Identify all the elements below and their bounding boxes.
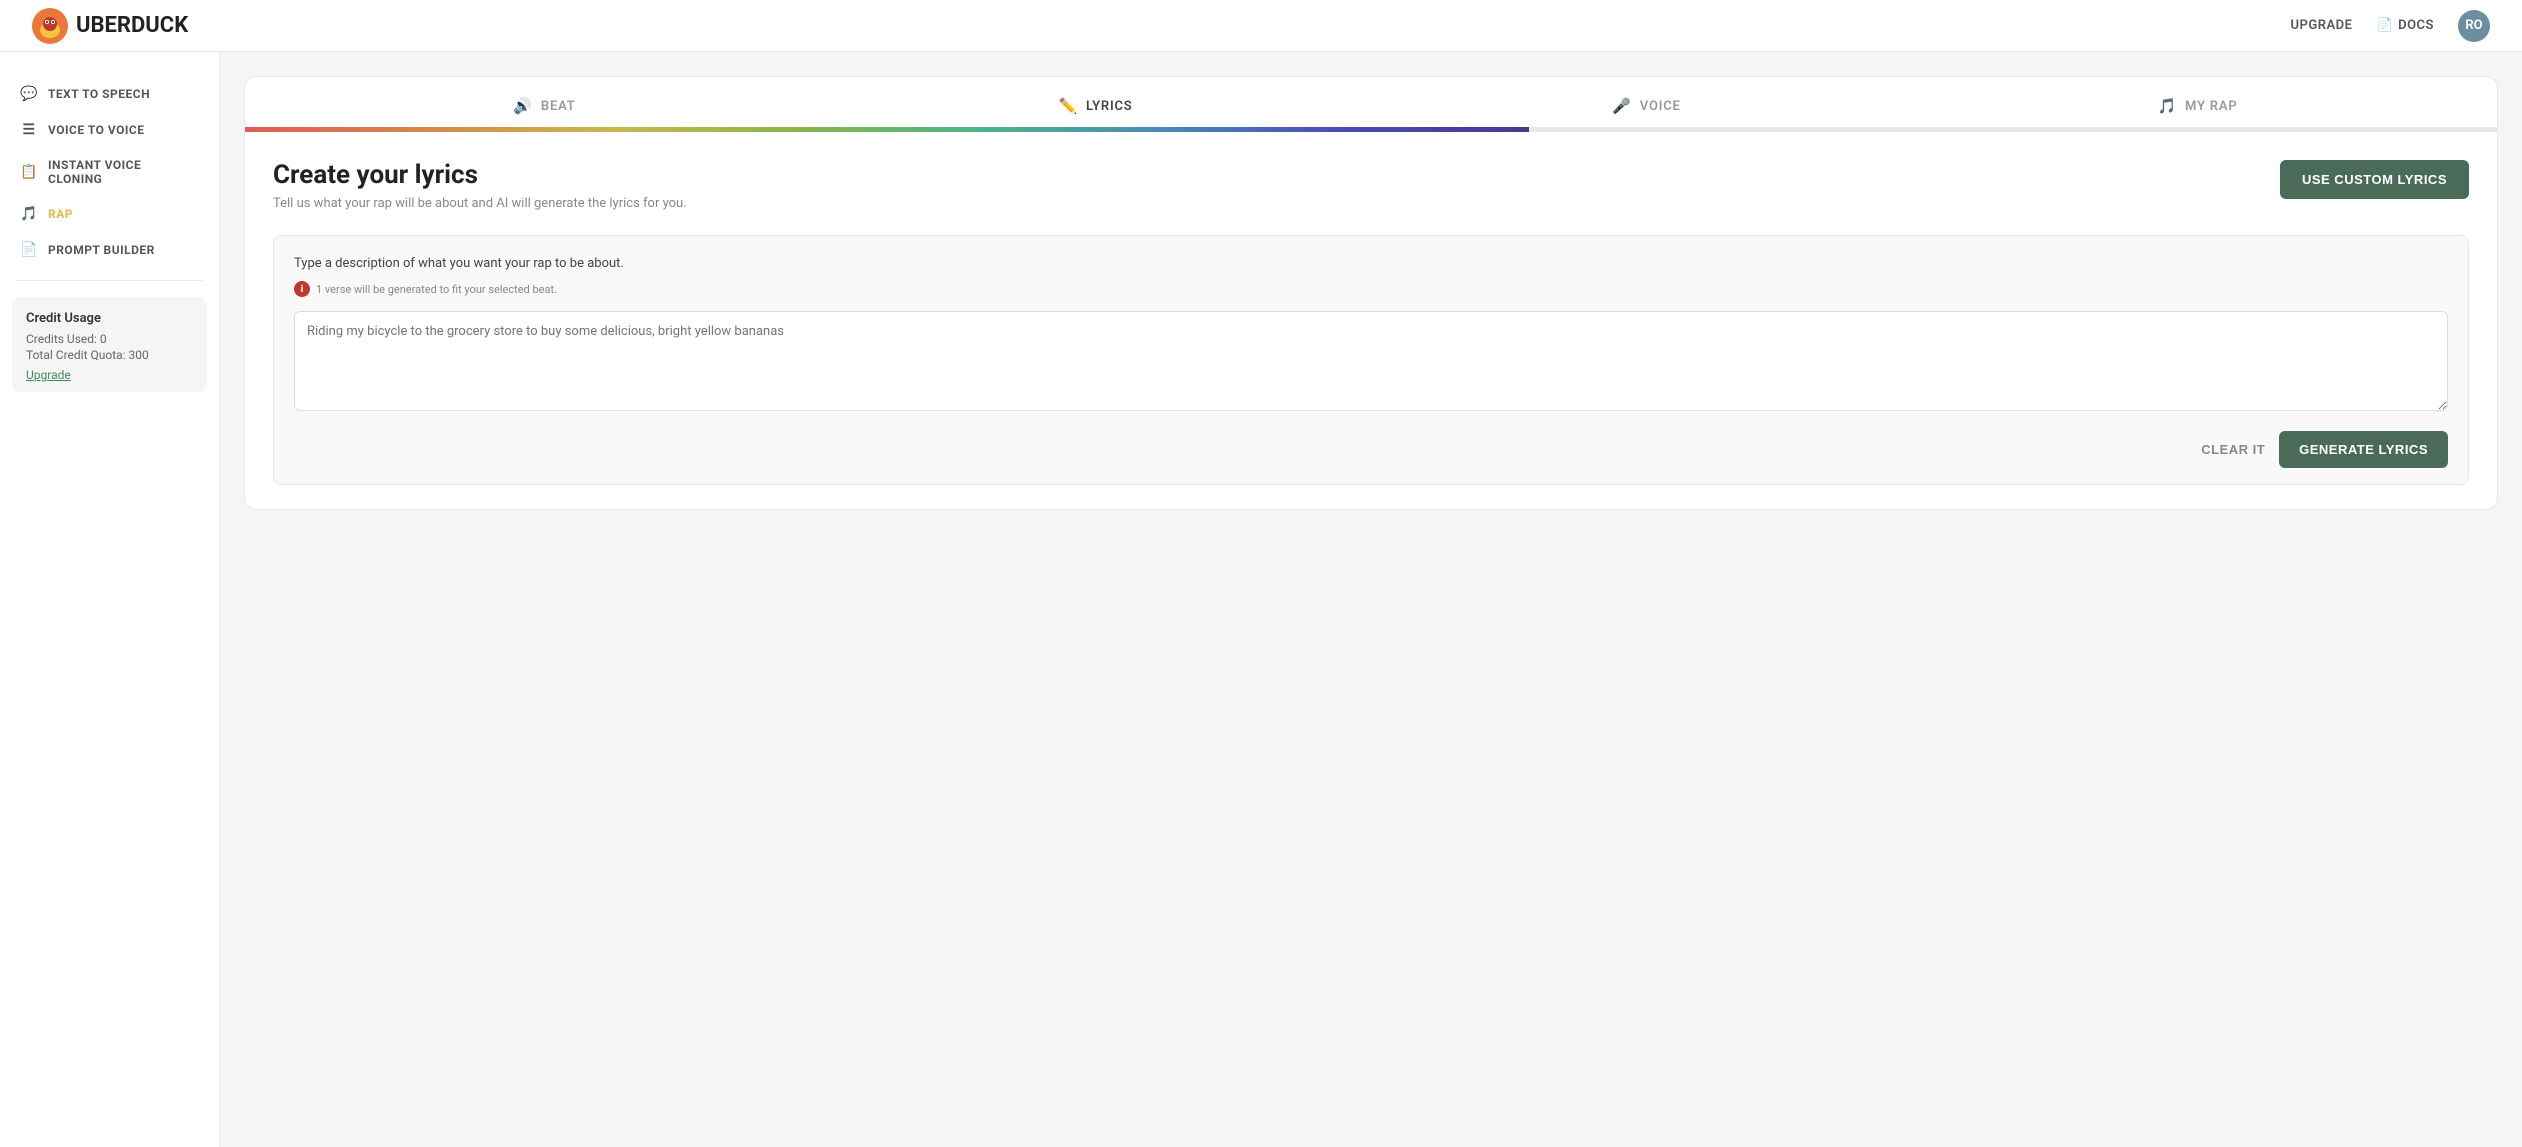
content-card: 🔊 BEAT ✏️ LYRICS 🎤 VOICE 🎵 MY RAP xyxy=(244,76,2498,510)
tabs-header: 🔊 BEAT ✏️ LYRICS 🎤 VOICE 🎵 MY RAP xyxy=(245,77,2497,127)
sidebar-label-voice-to-voice: VOICE TO VOICE xyxy=(48,123,145,137)
tab-lyrics[interactable]: ✏️ LYRICS xyxy=(820,77,1371,127)
main-layout: 💬 TEXT TO SPEECH ☰ VOICE TO VOICE 📋 INST… xyxy=(0,52,2522,1147)
credit-usage-box: Credit Usage Credits Used: 0 Total Credi… xyxy=(12,297,207,392)
sidebar-divider xyxy=(16,280,203,281)
sidebar-label-instant-voice-cloning: INSTANT VOICE CLONING xyxy=(48,158,199,186)
tab-beat[interactable]: 🔊 BEAT xyxy=(269,77,820,127)
tab-voice[interactable]: 🎤 VOICE xyxy=(1371,77,1922,127)
lyrics-subtitle: Tell us what your rap will be about and … xyxy=(273,196,687,211)
docs-icon: 📄 xyxy=(2376,18,2393,33)
main-content: 🔊 BEAT ✏️ LYRICS 🎤 VOICE 🎵 MY RAP xyxy=(220,52,2522,1147)
sidebar-item-text-to-speech[interactable]: 💬 TEXT TO SPEECH xyxy=(0,76,219,112)
sidebar-item-instant-voice-cloning[interactable]: 📋 INSTANT VOICE CLONING xyxy=(0,148,219,196)
credit-usage-title: Credit Usage xyxy=(26,311,193,326)
app-header: UBERDUCK UPGRADE 📄 DOCS RO xyxy=(0,0,2522,52)
menu-icon: ☰ xyxy=(20,122,38,138)
music-icon: 🎵 xyxy=(2158,97,2177,115)
total-quota: Total Credit Quota: 300 xyxy=(26,348,193,362)
header-actions: UPGRADE 📄 DOCS RO xyxy=(2290,10,2490,42)
document-icon: 📄 xyxy=(20,242,38,258)
tab-beat-label: BEAT xyxy=(541,99,576,114)
tab-voice-label: VOICE xyxy=(1640,99,1681,114)
sidebar-label-rap: RAP xyxy=(48,207,73,221)
tab-my-rap[interactable]: 🎵 MY RAP xyxy=(1922,77,2473,127)
info-icon: i xyxy=(294,281,310,297)
sidebar-label-prompt-builder: PROMPT BUILDER xyxy=(48,243,155,257)
sidebar-item-prompt-builder[interactable]: 📄 PROMPT BUILDER xyxy=(0,232,219,268)
lyrics-form-box: Type a description of what you want your… xyxy=(273,235,2469,485)
chat-icon: 💬 xyxy=(20,86,38,102)
upgrade-link[interactable]: UPGRADE xyxy=(2290,18,2352,33)
pencil-icon: ✏️ xyxy=(1058,97,1077,115)
lyrics-textarea[interactable] xyxy=(294,311,2448,411)
generate-lyrics-button[interactable]: GENERATE LYRICS xyxy=(2279,431,2448,468)
form-hint-text: 1 verse will be generated to fit your se… xyxy=(316,283,557,296)
sidebar-item-voice-to-voice[interactable]: ☰ VOICE TO VOICE xyxy=(0,112,219,148)
tab-lyrics-label: LYRICS xyxy=(1086,99,1133,114)
form-actions: CLEAR IT GENERATE LYRICS xyxy=(294,431,2448,468)
docs-link[interactable]: 📄 DOCS xyxy=(2376,18,2434,33)
microphone-icon: 🎤 xyxy=(1612,97,1631,115)
clear-button[interactable]: CLEAR IT xyxy=(2201,442,2265,457)
logo[interactable]: UBERDUCK xyxy=(32,8,188,44)
form-label: Type a description of what you want your… xyxy=(294,256,2448,271)
lyrics-title-group: Create your lyrics Tell us what your rap… xyxy=(273,160,687,211)
sidebar: 💬 TEXT TO SPEECH ☰ VOICE TO VOICE 📋 INST… xyxy=(0,52,220,1147)
sidebar-item-rap[interactable]: 🎵 RAP xyxy=(0,196,219,232)
lyrics-title: Create your lyrics xyxy=(273,160,687,190)
lyrics-panel: Create your lyrics Tell us what your rap… xyxy=(245,132,2497,509)
logo-text: UBERDUCK xyxy=(76,13,188,38)
use-custom-lyrics-button[interactable]: USE CUSTOM LYRICS xyxy=(2280,160,2469,199)
credit-upgrade-link[interactable]: Upgrade xyxy=(26,368,193,382)
avatar[interactable]: RO xyxy=(2458,10,2490,42)
speaker-icon: 🔊 xyxy=(513,97,532,115)
sidebar-label-text-to-speech: TEXT TO SPEECH xyxy=(48,87,150,101)
lyrics-header: Create your lyrics Tell us what your rap… xyxy=(273,160,2469,211)
clipboard-icon: 📋 xyxy=(20,164,38,180)
music-note-icon: 🎵 xyxy=(20,206,38,222)
credits-used: Credits Used: 0 xyxy=(26,332,193,346)
form-hint: i 1 verse will be generated to fit your … xyxy=(294,281,2448,297)
tab-my-rap-label: MY RAP xyxy=(2185,99,2238,114)
